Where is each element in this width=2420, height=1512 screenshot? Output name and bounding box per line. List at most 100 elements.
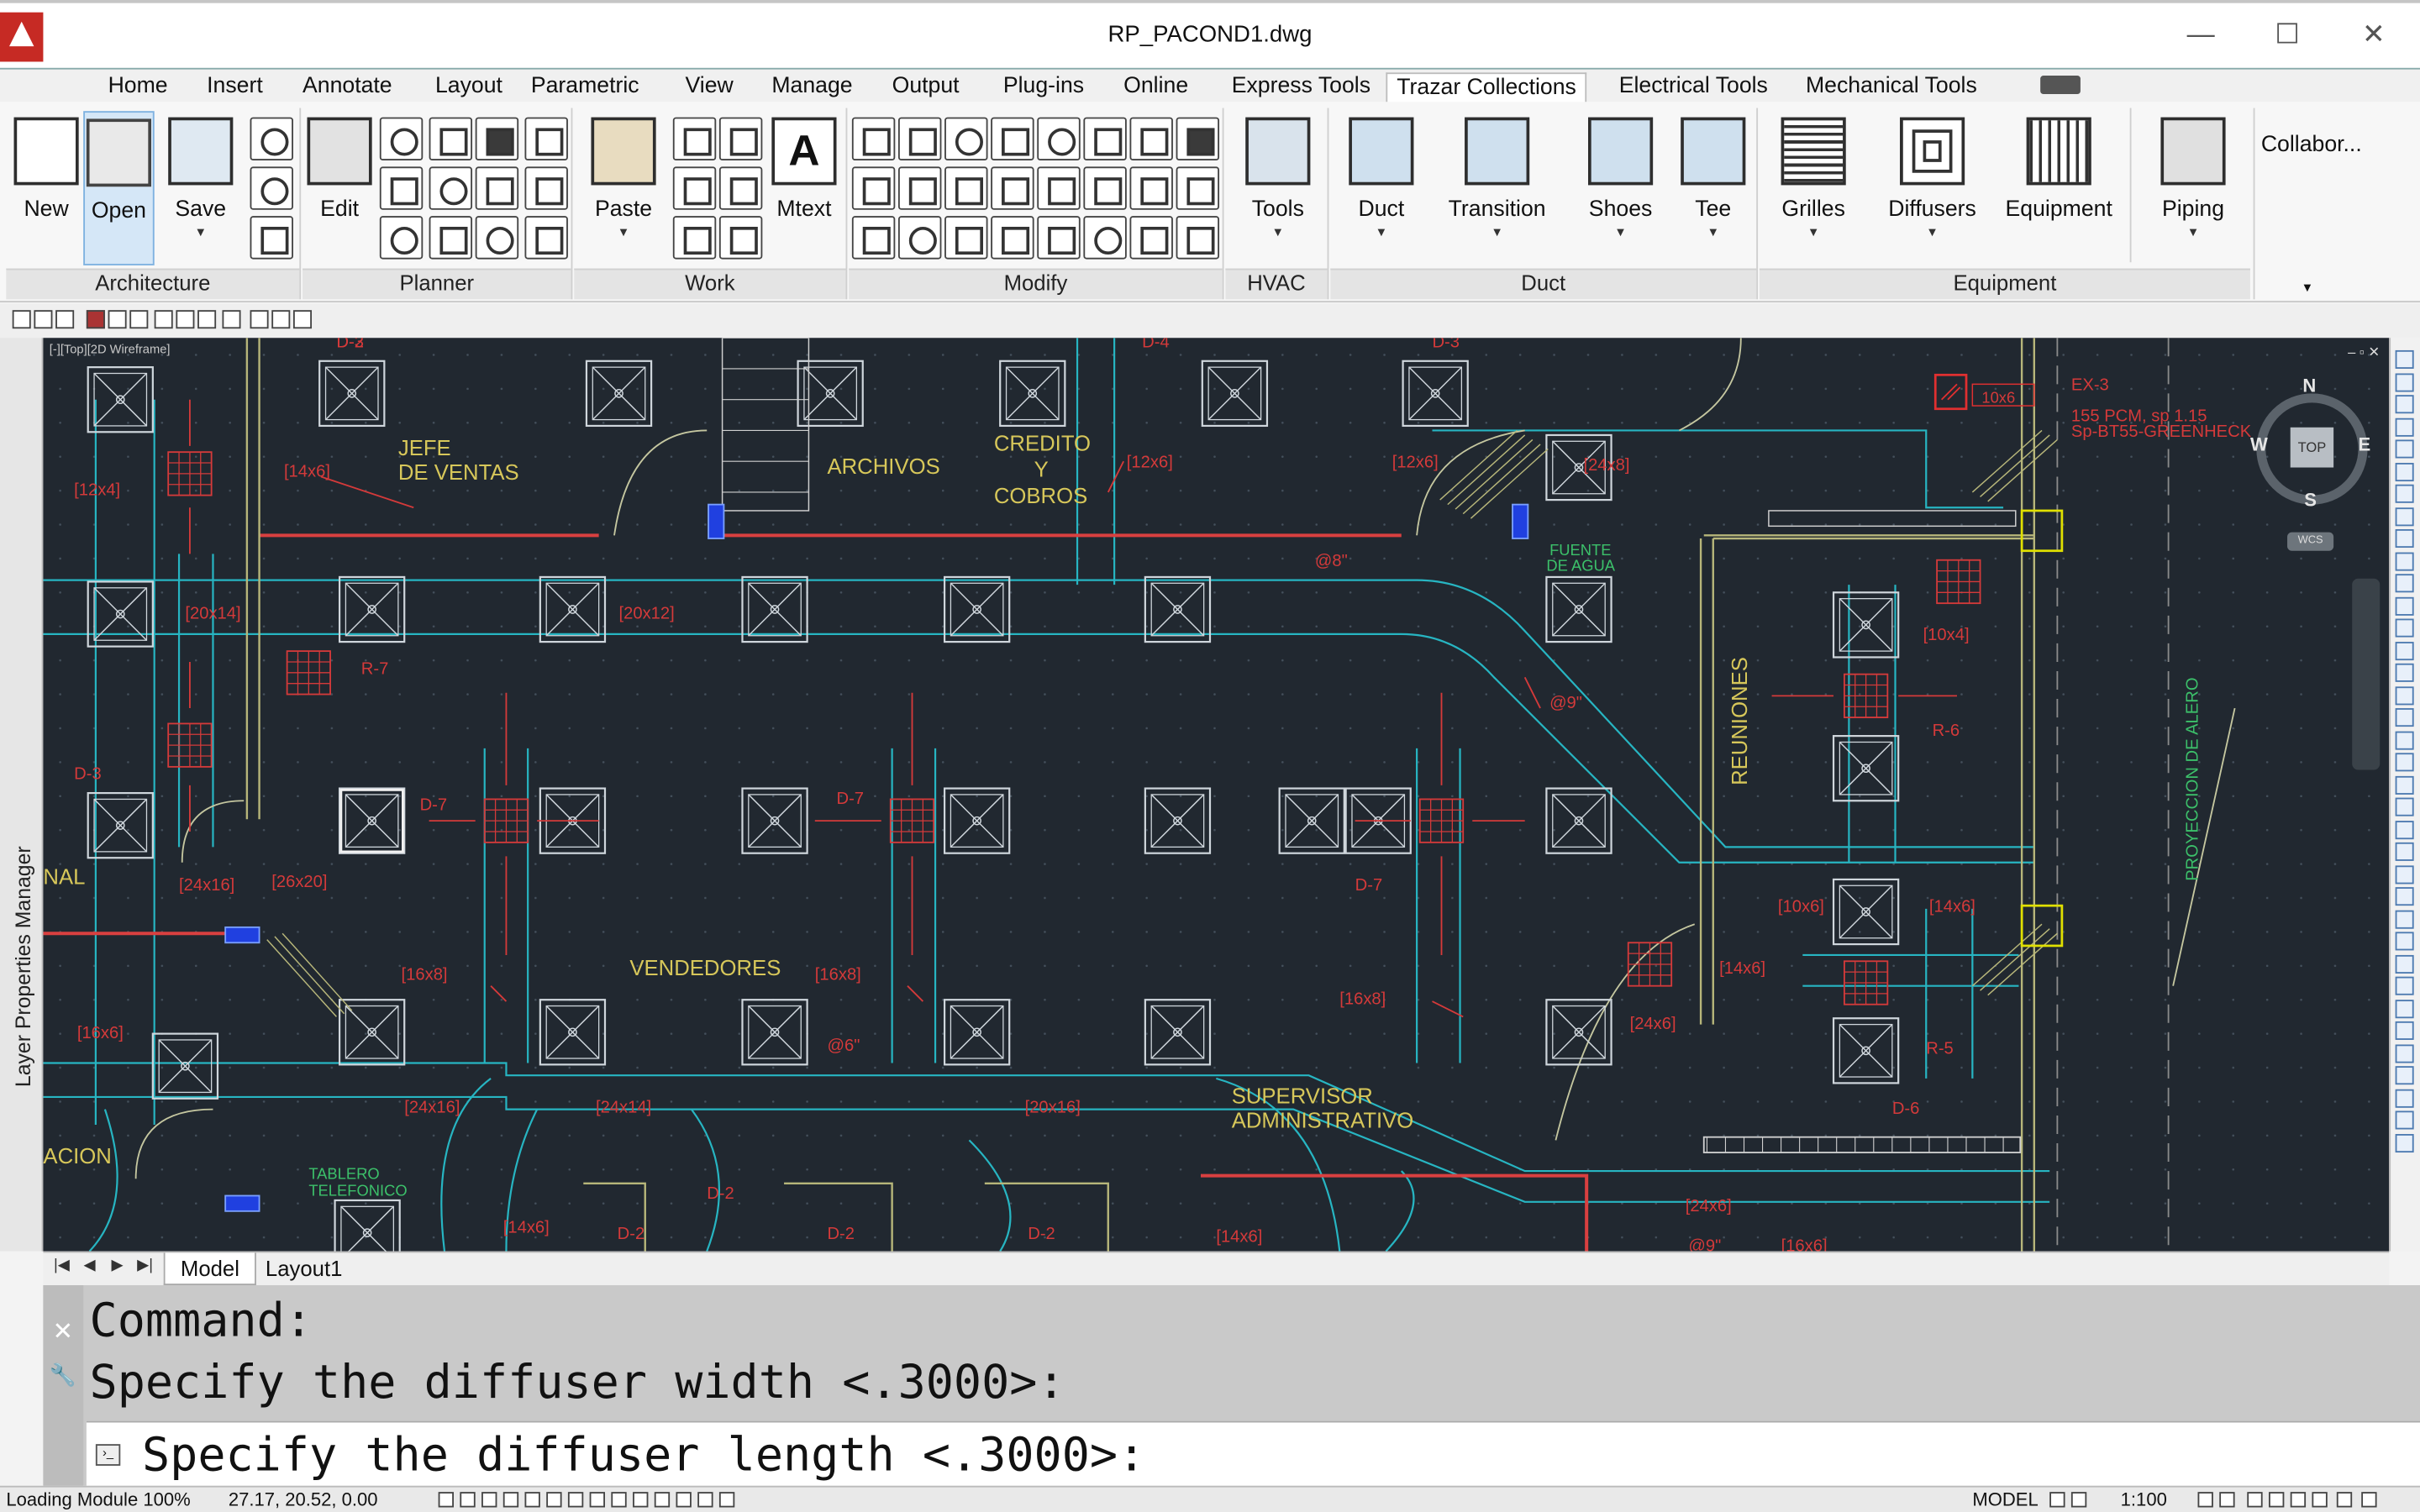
explode-icon[interactable] (991, 216, 1034, 260)
draw-tool-icon[interactable] (2395, 932, 2414, 951)
draw-tool-icon[interactable] (2395, 349, 2414, 369)
navigation-bar[interactable] (2352, 578, 2381, 770)
corner-join-icon[interactable] (851, 216, 896, 260)
eraser-icon[interactable] (718, 216, 763, 260)
planner-tool-icon[interactable] (379, 117, 424, 161)
tab-model[interactable]: Model (163, 1252, 257, 1285)
edit-button[interactable]: Edit (306, 111, 374, 265)
copy-icon[interactable] (718, 117, 763, 161)
draw-tool-icon[interactable] (2395, 507, 2414, 526)
maximize-button[interactable]: ☐ (2256, 13, 2317, 55)
drawing-canvas[interactable]: JEFE DE VENTAS ARCHIVOS CREDITO Y COBROS… (43, 338, 2390, 1252)
draw-tool-icon[interactable] (2395, 730, 2414, 749)
corner-icon[interactable] (524, 166, 568, 210)
draw-tool-icon[interactable] (2395, 1066, 2414, 1085)
draw-tool-icon[interactable] (2395, 774, 2414, 794)
viewport-controls-label[interactable]: [-][Top][2D Wireframe] (50, 343, 171, 357)
paste-dropdown-icon[interactable]: ▼ (587, 225, 660, 239)
tab-online[interactable]: Online (1114, 72, 1197, 103)
draw-tool-icon[interactable] (2395, 820, 2414, 839)
draw-tool-icon[interactable] (2395, 372, 2414, 391)
triangle-icon[interactable] (897, 117, 942, 161)
toolbar-icon[interactable] (154, 310, 173, 329)
toolbar-icon[interactable] (197, 310, 217, 329)
draw-tool-icon[interactable] (2395, 484, 2414, 503)
close-command-icon[interactable]: ✕ (52, 1316, 73, 1347)
toolbar-icon[interactable] (55, 310, 75, 329)
tools-dropdown-icon[interactable]: ▼ (1234, 225, 1321, 239)
toolbar-icon[interactable] (176, 310, 195, 329)
tab-view[interactable]: View (676, 72, 742, 103)
prev-layout-icon[interactable]: ◀ (77, 1257, 102, 1281)
osnap-icon[interactable] (524, 1492, 540, 1508)
tab-plug-ins[interactable]: Plug-ins (994, 72, 1093, 103)
grid-icon[interactable] (460, 1492, 476, 1508)
polar-icon[interactable] (502, 1492, 519, 1508)
lineweight-icon[interactable] (611, 1492, 627, 1508)
rotate-icon[interactable] (1037, 117, 1081, 161)
numbering-icon[interactable] (475, 166, 519, 210)
brush-icon[interactable] (1176, 216, 1220, 260)
sigma-icon[interactable] (524, 117, 568, 161)
mtext-button[interactable]: A Mtext (769, 111, 839, 265)
dwg-icon[interactable] (250, 216, 293, 260)
info-icon[interactable] (429, 216, 473, 260)
new-button[interactable]: New (9, 111, 83, 265)
draw-tool-icon[interactable] (2395, 417, 2414, 436)
array-icon[interactable] (1176, 117, 1220, 161)
toolbar-icon[interactable] (250, 310, 269, 329)
stretch-icon[interactable] (1129, 117, 1173, 161)
info-circle-icon[interactable] (1083, 216, 1127, 260)
next-layout-icon[interactable]: ▶ (105, 1257, 129, 1281)
lightbulb-icon[interactable] (475, 216, 519, 260)
draw-tool-icon[interactable] (2395, 976, 2414, 995)
ducs-icon[interactable] (567, 1492, 584, 1508)
wcs-menu[interactable]: WCS (2287, 532, 2334, 551)
duct-button[interactable]: Duct ▼ (1337, 111, 1427, 265)
collaborate-dropdown-icon[interactable]: ▼ (2302, 281, 2314, 295)
coordinate-readout[interactable]: 27.17, 20.52, 0.00 (229, 1488, 378, 1510)
draw-tool-icon[interactable] (2395, 618, 2414, 638)
draw-tool-icon[interactable] (2395, 551, 2414, 570)
tee-dropdown-icon[interactable]: ▼ (1676, 225, 1750, 239)
lock-icon[interactable] (2269, 1492, 2285, 1508)
draw-tool-icon[interactable] (2395, 574, 2414, 593)
tab-layout1[interactable]: Layout1 (250, 1252, 358, 1285)
trim-icon[interactable] (851, 166, 896, 210)
copy-clip-icon[interactable] (672, 166, 717, 210)
draw-tool-icon[interactable] (2395, 1088, 2414, 1107)
diffusers-dropdown-icon[interactable]: ▼ (1876, 225, 1987, 239)
minimize-button[interactable]: — (2170, 13, 2231, 55)
align-icon[interactable] (944, 216, 988, 260)
draw-tool-icon[interactable] (2395, 529, 2414, 549)
sc-icon[interactable] (676, 1492, 692, 1508)
ortho-icon[interactable] (481, 1492, 497, 1508)
extend-icon[interactable] (897, 166, 942, 210)
transparency-icon[interactable] (633, 1492, 649, 1508)
isolate-objects-icon[interactable] (2312, 1492, 2328, 1508)
tee-button[interactable]: Tee ▼ (1676, 111, 1750, 265)
tab-annotate[interactable]: Annotate (293, 72, 402, 103)
draw-tool-icon[interactable] (2395, 909, 2414, 928)
save-button[interactable]: Save ▼ (164, 111, 238, 265)
refresh-icon[interactable] (250, 166, 293, 210)
offset-icon[interactable] (944, 117, 988, 161)
draw-tool-icon[interactable] (2395, 887, 2414, 906)
paste-special-icon[interactable] (718, 166, 763, 210)
draw-tool-icon[interactable] (2395, 864, 2414, 884)
dyn-icon[interactable] (589, 1492, 605, 1508)
move-icon[interactable] (991, 117, 1034, 161)
paste-button[interactable]: Paste ▼ (587, 111, 660, 265)
draw-tool-icon[interactable] (2395, 954, 2414, 974)
draw-tool-icon[interactable] (2395, 842, 2414, 861)
grilles-button[interactable]: Grilles ▼ (1769, 111, 1859, 265)
draw-tool-icon[interactable] (2395, 395, 2414, 414)
toolbar-icon[interactable] (129, 310, 149, 329)
text-style-icon[interactable] (475, 117, 519, 161)
toolbar-icon[interactable] (108, 310, 127, 329)
toolbar-icon[interactable] (271, 310, 291, 329)
viewcube[interactable]: TOP N S E W (2250, 375, 2370, 591)
draw-tool-icon[interactable] (2395, 797, 2414, 816)
arrow-right-icon[interactable] (1037, 216, 1081, 260)
shoes-button[interactable]: Shoes ▼ (1574, 111, 1666, 265)
